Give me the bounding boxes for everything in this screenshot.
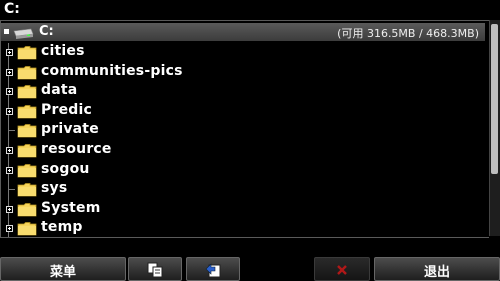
folder-name: data	[41, 82, 78, 99]
folder-name: resource	[41, 141, 112, 157]
bottom-toolbar: 菜单 退出	[0, 257, 500, 281]
folder-name: private	[41, 121, 99, 138]
move-button[interactable]	[186, 257, 240, 281]
folder-icon	[17, 182, 37, 201]
folder-name: communities-pics	[41, 62, 183, 79]
folder-row[interactable]: resource	[1, 141, 485, 160]
window-title: C:	[4, 1, 20, 17]
expand-plus-icon[interactable]	[6, 225, 13, 233]
expand-plus-icon[interactable]	[6, 166, 13, 174]
folder-row[interactable]: cities	[1, 43, 485, 62]
folder-row[interactable]: data	[1, 82, 485, 101]
expand-plus-icon[interactable]	[6, 68, 13, 76]
free-space-text: (可用 316.5MB / 468.3MB)	[337, 27, 479, 40]
folder-row[interactable]: sys	[1, 180, 485, 199]
folder-name: System	[41, 199, 101, 216]
delete-button[interactable]	[314, 257, 370, 281]
expand-plus-icon[interactable]	[6, 147, 13, 154]
folder-row[interactable]: private	[1, 121, 485, 140]
folder-name: Predic	[41, 101, 92, 118]
folder-icon	[17, 65, 37, 84]
folder-name: sys	[41, 180, 68, 197]
folder-icon	[17, 221, 37, 240]
scroll-thumb[interactable]	[491, 24, 498, 174]
expand-plus-icon[interactable]	[6, 88, 13, 96]
file-browser-panel: C: (可用 316.5MB / 468.3MB) cities communit…	[0, 20, 489, 238]
drive-label: C:	[39, 24, 54, 39]
collapse-icon[interactable]	[4, 29, 9, 34]
folder-name: temp	[41, 219, 83, 236]
folder-icon	[17, 202, 37, 221]
folder-icon	[17, 104, 37, 123]
folder-row[interactable]: temp	[1, 219, 485, 238]
folder-icon	[17, 143, 37, 162]
drive-row-c[interactable]: C: (可用 316.5MB / 468.3MB)	[1, 23, 485, 41]
expand-plus-icon[interactable]	[6, 205, 13, 213]
exit-button[interactable]: 退出	[374, 257, 500, 281]
drive-icon	[11, 25, 35, 44]
folder-row[interactable]: sogou	[1, 161, 485, 180]
folder-row[interactable]: Predic	[1, 102, 485, 121]
copy-button[interactable]	[128, 257, 182, 281]
tree-branch-line	[9, 189, 15, 191]
expand-plus-icon[interactable]	[6, 49, 13, 56]
folder-icon	[17, 123, 37, 142]
vertical-scrollbar[interactable]	[489, 20, 500, 236]
folder-icon	[17, 84, 37, 103]
title-bar: C:	[0, 0, 500, 20]
folder-row[interactable]: System	[1, 200, 485, 219]
expand-plus-icon[interactable]	[6, 107, 13, 115]
folder-name: sogou	[41, 160, 90, 177]
menu-button-label: 菜单	[49, 265, 76, 280]
menu-button[interactable]: 菜单	[0, 257, 126, 281]
folder-icon	[17, 163, 37, 182]
folder-icon	[17, 45, 37, 64]
folder-name: cities	[41, 43, 85, 59]
folder-row[interactable]: communities-pics	[1, 63, 485, 82]
exit-button-label: 退出	[423, 265, 450, 280]
tree-branch-line	[9, 130, 15, 132]
